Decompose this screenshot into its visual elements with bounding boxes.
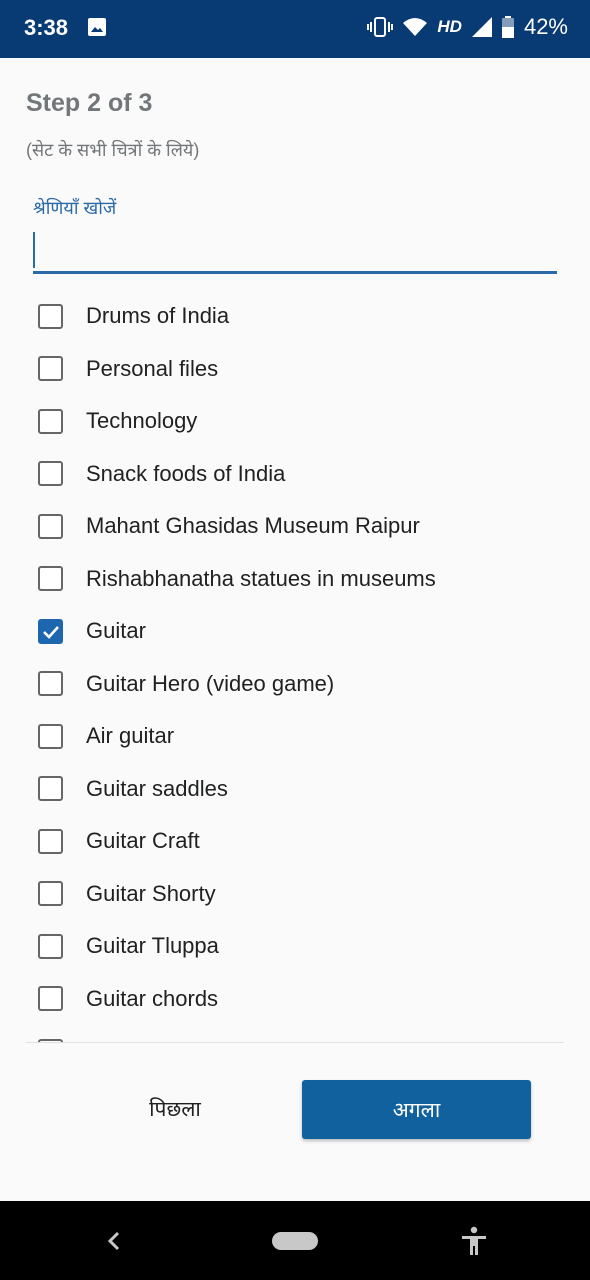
category-label: Guitar — [86, 618, 146, 643]
checkmark-icon — [43, 625, 59, 639]
category-item[interactable]: Guitar saddles — [26, 763, 564, 815]
status-time: 3:38 — [24, 15, 69, 40]
checkbox[interactable] — [38, 513, 63, 539]
category-item[interactable]: Guitar Craft — [26, 815, 564, 867]
category-item[interactable]: Air guitar — [26, 710, 564, 762]
category-label: Guitar Tluppa — [86, 933, 219, 958]
category-list[interactable]: Drums of India Personal files Technology Sn… — [26, 290, 564, 1042]
category-label: Guitar Hero (video game) — [86, 670, 335, 696]
next-button[interactable]: अगला — [302, 1080, 531, 1139]
image-icon — [88, 18, 106, 36]
checkbox[interactable] — [38, 408, 63, 434]
checkbox[interactable] — [38, 671, 63, 696]
battery-icon — [501, 16, 514, 38]
search-label: श्रेणियाँ खोजें — [33, 198, 117, 218]
category-label: Guitar Craft — [86, 828, 200, 853]
category-item[interactable]: Technology — [26, 395, 564, 447]
category-item-partial[interactable] — [26, 1025, 564, 1042]
checkbox[interactable] — [38, 461, 63, 486]
category-label: Air guitar — [86, 723, 175, 748]
category-item[interactable]: Rishabhanatha statues in museums — [26, 553, 564, 605]
category-item[interactable]: Guitar Tluppa — [26, 920, 564, 972]
checkbox[interactable] — [38, 881, 63, 906]
category-label: Personal files — [86, 355, 219, 381]
checkbox[interactable] — [38, 986, 63, 1011]
category-label: Guitar chords — [86, 985, 219, 1011]
back-icon[interactable] — [104, 1229, 124, 1258]
home-pill-icon[interactable] — [272, 1232, 318, 1250]
checkbox[interactable] — [38, 776, 63, 801]
step-subtitle: (सेट के सभी चित्रों के लिये) — [26, 140, 200, 160]
category-item[interactable]: Guitar chords — [26, 973, 564, 1025]
category-label: Guitar saddles — [86, 775, 228, 801]
battery-percent: 42% — [523, 14, 568, 39]
status-icons: HD 42% — [367, 14, 568, 40]
checkbox[interactable] — [38, 566, 63, 591]
navigation-bar — [0, 1201, 590, 1280]
checkbox[interactable] — [38, 723, 63, 749]
category-item[interactable]: Guitar — [26, 605, 564, 657]
network-type: HD — [437, 17, 462, 36]
previous-button[interactable]: पिछला — [120, 1080, 230, 1138]
signal-icon — [471, 17, 492, 37]
list-divider — [26, 1042, 564, 1043]
category-label: Technology — [86, 408, 198, 433]
checkbox[interactable] — [38, 356, 63, 381]
category-label: Mahant Ghasidas Museum Raipur — [86, 513, 420, 538]
category-item[interactable]: Personal files — [26, 343, 564, 395]
status-bar: 3:38 HD 42% — [0, 0, 590, 58]
category-search-input[interactable] — [33, 228, 557, 274]
category-item[interactable]: Snack foods of India — [26, 448, 564, 500]
text-cursor — [33, 232, 35, 268]
category-item[interactable]: Guitar Hero (video game) — [26, 658, 564, 710]
checkbox[interactable] — [38, 828, 63, 854]
category-label: Snack foods of India — [86, 460, 286, 486]
category-label: Drums of India — [86, 303, 230, 328]
step-title: Step 2 of 3 — [26, 89, 153, 117]
category-item[interactable]: Guitar Shorty — [26, 868, 564, 920]
category-item[interactable]: Mahant Ghasidas Museum Raipur — [26, 500, 564, 552]
checkbox[interactable] — [38, 303, 63, 329]
vibrate-icon — [367, 17, 394, 37]
checkbox-checked[interactable] — [38, 618, 63, 644]
category-label: Guitar Shorty — [86, 880, 216, 906]
accessibility-icon[interactable] — [461, 1226, 487, 1261]
category-item[interactable]: Drums of India — [26, 290, 564, 342]
checkbox[interactable] — [38, 933, 63, 959]
category-label: Rishabhanatha statues in museums — [86, 565, 436, 591]
wifi-icon — [403, 17, 428, 37]
